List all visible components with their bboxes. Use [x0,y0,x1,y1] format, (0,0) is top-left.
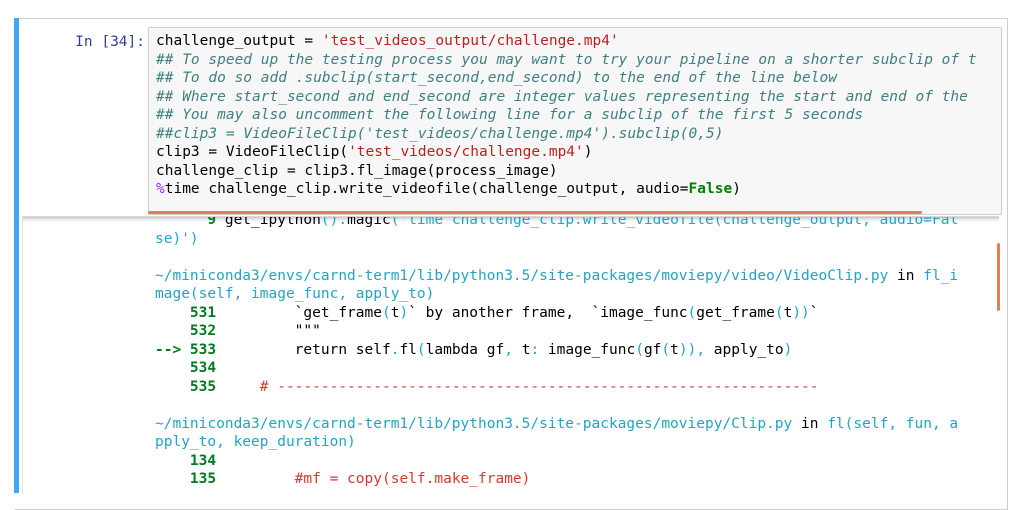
code-line-token: ## Where start_second and end_second are… [156,88,968,105]
output-line: --> 533 return self.fl(lambda gf, t: ima… [155,341,958,360]
input-prompt: In [34]: [75,34,145,50]
output-line-token: , [696,341,706,358]
horizontal-scrollbar[interactable] [148,211,922,214]
code-line: ## To do so add .subclip(start_second,en… [156,69,977,88]
output-line-token: : [530,341,540,358]
output-line-token: # --------------------------------------… [224,378,819,395]
code-line: clip3 = VideoFileClip('test_videos/chall… [156,143,977,162]
code-line-token: ##clip3 = VideoFileClip('test_videos/cha… [156,125,724,142]
code-line: challenge_clip = clip3.fl_image(process_… [156,162,977,181]
code-line-token: ## To do so add .subclip(start_second,en… [156,70,837,86]
output-line-token: mage(self, image_func, apply_to) [155,286,435,302]
code-line-token: challenge_output = [156,33,322,49]
output-line-token: image_func [539,341,636,358]
code-line-token: 'test_videos/challenge.mp4' [348,144,584,160]
output-line: ~/miniconda3/envs/carnd-term1/lib/python… [155,267,958,286]
output-line-token: ` [809,304,819,321]
output-line-token: 535 [155,378,225,395]
output-line-token: in [888,267,924,284]
output-line-token: ` by another frame, `image_func [408,304,688,321]
code-line-token: ## To speed up the testing process you m… [156,51,977,68]
output-line-token: ( [416,341,426,358]
code-line-token: False [688,181,733,197]
output-line: 535 # ----------------------------------… [155,378,958,397]
output-line-token: lambda gf [425,341,505,358]
output-line-token: gf [643,341,662,358]
output-line-token: ~/miniconda3/envs/carnd-term1/lib/python… [155,415,793,432]
code-line-token: ) [583,144,593,160]
output-line-token: 9 [155,216,225,228]
code-lines[interactable]: challenge_output = 'test_videos_output/c… [156,32,977,199]
traceback-text: 9 get_ipython().magic('time challenge_cl… [155,216,959,489]
output-line-token: fl(self, fun, a [827,415,959,432]
output-line: 135 #mf = copy(self.make_frame) [155,470,958,489]
output-area: 9 get_ipython().magic('time challenge_cl… [22,216,999,494]
output-line-token: get_ipython [224,216,321,228]
output-line-token: 532 [155,323,225,339]
code-line: ## Where start_second and end_second are… [156,88,977,107]
output-line: mage(self, image_func, apply_to) [155,285,958,304]
output-line: 134 [155,452,958,471]
code-line-token: % [156,181,165,197]
output-line: 534 [155,359,958,378]
output-line-token: 134 [155,452,225,469]
output-line-token: 531 [155,304,225,321]
cell-selection-bar [14,18,19,493]
output-line: 9 get_ipython().magic('time challenge_cl… [155,216,959,230]
code-line: challenge_output = 'test_videos_output/c… [156,32,977,51]
output-line-token: fl [399,341,417,358]
output-line-token: apply_to [705,341,784,358]
output-line-token: ('time challenge_clip.write_videofile(ch… [390,216,959,228]
output-line: 532 """ [155,322,958,341]
output-line-token: fl_i [923,267,959,284]
output-line-token: #mf = copy(self.make_frame) [224,471,531,487]
output-line-token: )) [678,341,697,358]
output-line-token: t [670,341,679,358]
code-line-token: clip3 = VideoFileClip( [156,144,349,160]
output-line-token: ( [381,304,391,321]
output-line-token: )) [792,304,810,321]
output-line: se)') [155,230,958,249]
output-line-token: """ [224,323,321,339]
output-line-token: --> 533 [155,341,225,358]
output-line-token: 135 [155,471,225,487]
output-line-token: pply_to, keep_duration) [155,434,356,450]
output-line-token: ( [687,304,697,321]
code-editor[interactable]: challenge_output = 'test_videos_output/c… [148,27,1002,215]
output-line-token: `get_frame [224,304,382,321]
code-line: %time challenge_clip.write_videofile(cha… [156,180,977,199]
code-line-token: ## You may also uncomment the following … [156,107,864,123]
code-line: ##clip3 = VideoFileClip('test_videos/cha… [156,125,977,144]
code-line: ## You may also uncomment the following … [156,106,977,125]
output-line-token: ( [635,341,644,358]
output-line-token: 534 [155,360,225,376]
output-line: pply_to, keep_duration) [155,433,958,452]
output-line-token: se)') [155,230,199,247]
output-line-token: magic [347,216,391,228]
output-line-token: in [792,415,828,432]
output-line-token: ~/miniconda3/envs/carnd-term1/lib/python… [155,267,889,284]
output-line-token: ( [661,341,671,358]
code-line-token: 'test_videos_output/challenge.mp4' [321,33,619,49]
code-line-token: time challenge_clip.write_videofile(chal… [164,181,689,197]
vertical-scrollbar[interactable] [997,243,1000,311]
output-line-token: get_frame [696,304,775,321]
code-line: ## To speed up the testing process you m… [156,51,977,70]
output-line-token: ) [783,341,793,358]
output-line-token: t [512,341,531,358]
code-line-token: challenge_clip = clip3.fl_image(process_… [156,162,558,179]
output-line: ~/miniconda3/envs/carnd-term1/lib/python… [155,415,958,434]
output-line-token: , [504,341,513,358]
output-line: 531 `get_frame(t)` by another frame, `im… [155,304,958,323]
output-line-token: ( [774,304,784,321]
output-line-token: ) [399,304,409,321]
code-line-token: ) [732,181,741,197]
output-line-token: self [355,341,391,358]
output-line-token: return [224,341,356,358]
output-line-token: (). [320,216,348,228]
